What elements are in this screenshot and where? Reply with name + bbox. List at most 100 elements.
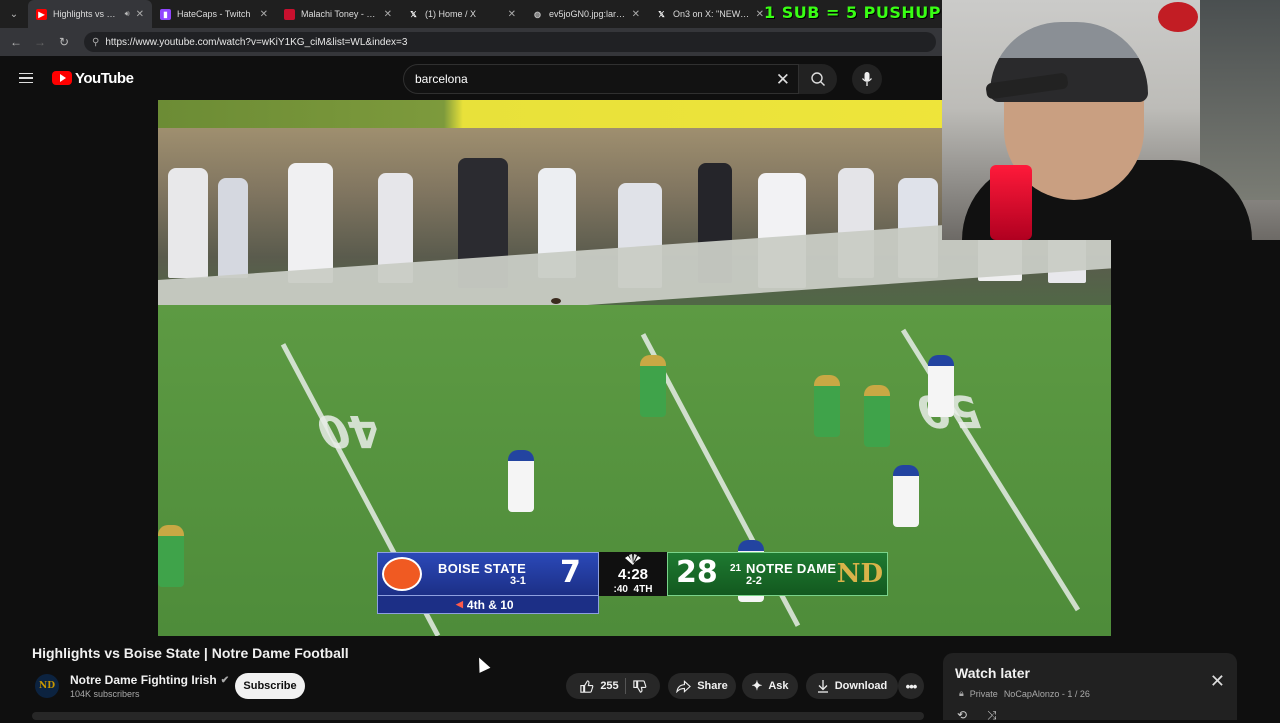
red-desk-light <box>990 165 1032 240</box>
webcam-background-decoration <box>1158 2 1198 32</box>
browser-tab-x-home[interactable]: 𝕏 (1) Home / X ✕ <box>400 0 524 28</box>
play-clock-quarter: :40 4TH <box>599 584 667 595</box>
football <box>551 298 561 304</box>
tab-title: Highlights vs Boi <box>53 9 119 19</box>
crowd-figure <box>288 163 333 283</box>
share-button[interactable]: Share <box>668 673 736 699</box>
tab-search-chevron-icon[interactable]: ⌄ <box>0 0 28 28</box>
watch-later-title[interactable]: Watch later <box>955 665 1030 681</box>
tab-close-icon[interactable]: ✕ <box>136 9 144 20</box>
x-favicon-icon: 𝕏 <box>658 9 665 19</box>
scorebug-away: BOISE STATE 3-1 7 <box>377 552 599 596</box>
youtube-favicon-icon: ▶ <box>36 8 47 20</box>
streamer-webcam <box>942 0 1280 240</box>
tab-title: ev5joGN0.jpg:large ( <box>549 9 626 19</box>
search-icon <box>811 72 825 86</box>
more-horizontal-icon: ••• <box>905 678 918 694</box>
tab-close-icon[interactable]: ✕ <box>508 9 516 20</box>
game-clock: 4:28 <box>617 566 649 583</box>
red-square-favicon-icon <box>284 8 295 20</box>
tab-close-icon[interactable]: ✕ <box>632 9 640 20</box>
player-boise-state <box>508 450 534 512</box>
tab-close-icon[interactable]: ✕ <box>384 9 392 20</box>
close-playlist-icon[interactable]: ✕ <box>1210 671 1225 692</box>
like-count: 255 <box>600 680 619 692</box>
browser-tab-youtube[interactable]: ▶ Highlights vs Boi 🔊︎ ✕ <box>28 0 152 28</box>
description-panel-edge <box>32 712 924 720</box>
channel-name[interactable]: Notre Dame Fighting Irish ✔ <box>70 673 229 687</box>
down-and-distance: ◀ 4th & 10 <box>377 596 599 614</box>
download-icon <box>817 680 828 693</box>
ask-button[interactable]: ✦ Ask <box>742 673 798 699</box>
thumbs-down-icon[interactable] <box>632 679 647 694</box>
youtube-play-icon <box>52 71 72 85</box>
play-clock: :40 <box>613 584 628 595</box>
mouse-cursor <box>473 655 491 673</box>
video-title: Highlights vs Boise State | Notre Dame F… <box>32 645 349 661</box>
voice-search-button[interactable] <box>852 64 882 94</box>
player-notre-dame <box>864 385 890 447</box>
x-favicon-icon: 𝕏 <box>410 9 417 19</box>
url-bar[interactable]: ⚲ https://www.youtube.com/watch?v=wKiY1K… <box>84 32 936 52</box>
channel-avatar[interactable]: ND <box>35 674 59 698</box>
browser-tab-image[interactable]: ◍ ev5joGN0.jpg:large ( ✕ <box>524 0 648 28</box>
possession-arrow-icon: ◀ <box>456 599 463 609</box>
tab-close-icon[interactable]: ✕ <box>756 9 764 20</box>
away-score: 7 <box>560 555 581 590</box>
thumbs-up-icon <box>580 679 594 693</box>
shuffle-icon[interactable]: ⤨ <box>987 708 997 723</box>
youtube-logo[interactable]: YouTube <box>52 69 134 87</box>
crowd-figure <box>218 178 248 278</box>
browser-address-row: ← → ↻ ⚲ https://www.youtube.com/watch?v=… <box>0 28 942 56</box>
share-label: Share <box>697 680 728 692</box>
browser-tab-twitch[interactable]: ▮ HateCaps - Twitch ✕ <box>152 0 276 28</box>
site-info-icon[interactable]: ⚲ <box>92 37 99 48</box>
notre-dame-logo-icon: ND <box>836 559 883 589</box>
yard-number: 40 <box>308 405 389 456</box>
tab-close-icon[interactable]: ✕ <box>260 9 268 20</box>
share-arrow-icon <box>676 679 692 693</box>
browser-tab-on3[interactable]: 𝕏 On3 on X: "NEW: Upd ✕ <box>648 0 772 28</box>
menu-hamburger-icon[interactable] <box>0 70 52 87</box>
clear-search-icon[interactable]: ✕ <box>776 70 790 90</box>
download-label: Download <box>834 680 888 692</box>
globe-favicon-icon: ◍ <box>534 9 541 19</box>
search-query: barcelona <box>415 72 468 86</box>
channel-name-text: Notre Dame Fighting Irish <box>70 673 217 687</box>
browser-tab-malachi[interactable]: Malachi Toney - Mian ✕ <box>276 0 400 28</box>
away-team-name: BOISE STATE <box>438 561 527 576</box>
lock-icon: 🔒︎ <box>959 688 964 698</box>
microphone-icon <box>861 72 873 86</box>
like-dislike-group: 255 <box>566 673 660 699</box>
back-arrow-icon[interactable]: ← <box>6 32 26 52</box>
pill-divider <box>624 678 626 694</box>
url-text: https://www.youtube.com/watch?v=wKiY1KG_… <box>105 36 408 48</box>
sparkle-icon: ✦ <box>751 678 763 693</box>
tab-title: HateCaps - Twitch <box>177 9 251 19</box>
reload-icon[interactable]: ↻ <box>54 32 74 52</box>
scorebug: BOISE STATE 3-1 7 4:28 :40 4TH 28 21 NOT… <box>377 552 888 614</box>
like-button[interactable]: 255 <box>579 679 619 694</box>
more-actions-button[interactable]: ••• <box>898 673 924 699</box>
forward-arrow-icon[interactable]: → <box>30 32 50 52</box>
quarter: 4TH <box>633 584 653 595</box>
nbc-peacock-icon <box>625 554 641 565</box>
privacy-label: Private <box>969 688 998 699</box>
player-boise-state <box>928 355 954 417</box>
speaker-icon[interactable]: 🔊︎ <box>125 9 130 19</box>
player-notre-dame <box>814 375 840 437</box>
subscriber-count: 104K subscribers <box>70 689 140 699</box>
subscribe-button[interactable]: Subscribe <box>235 673 305 699</box>
home-team-name: NOTRE DAME <box>746 561 837 576</box>
scorebug-clock: 4:28 :40 4TH <box>599 552 667 596</box>
watch-later-panel: Watch later 🔒︎ Private NoCapAlonzo - 1 /… <box>943 653 1237 723</box>
crowd-figure <box>168 168 208 278</box>
home-rank: 21 <box>730 563 742 574</box>
boise-state-logo-icon <box>382 557 422 591</box>
search-button[interactable] <box>799 64 837 94</box>
youtube-logo-text: YouTube <box>75 69 134 87</box>
twitch-favicon-icon: ▮ <box>160 8 171 20</box>
download-button[interactable]: Download <box>806 673 898 699</box>
watch-later-meta: 🔒︎ Private NoCapAlonzo - 1 / 26 <box>959 688 1090 699</box>
search-input[interactable]: barcelona ✕ <box>403 64 799 94</box>
